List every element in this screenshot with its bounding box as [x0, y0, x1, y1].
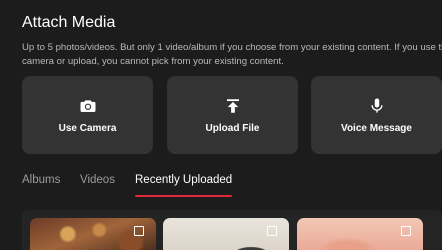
media-thumbnail[interactable] [163, 218, 289, 250]
select-checkbox[interactable] [401, 226, 411, 236]
tab-recently-uploaded[interactable]: Recently Uploaded [135, 174, 232, 186]
select-checkbox[interactable] [267, 226, 277, 236]
description-line-2: camera or upload, you cannot pick from y… [22, 56, 284, 67]
camera-icon [80, 100, 95, 112]
tab-videos[interactable]: Videos [80, 174, 115, 186]
voice-message-label: Voice Message [341, 123, 412, 134]
media-thumbnail[interactable] [297, 218, 423, 250]
attach-media-dialog: Attach Media Up to 5 photos/videos. But … [0, 0, 442, 250]
select-checkbox[interactable] [134, 226, 144, 236]
upload-file-label: Upload File [205, 123, 260, 134]
dialog-description: Up to 5 photos/videos. But only 1 video/… [22, 41, 442, 69]
upload-file-button[interactable]: Upload File [167, 76, 298, 154]
dialog-title: Attach Media [22, 14, 116, 31]
media-thumbnail[interactable] [30, 218, 156, 250]
voice-message-button[interactable]: Voice Message [311, 76, 442, 154]
tab-albums[interactable]: Albums [22, 174, 60, 186]
microphone-icon [370, 98, 383, 113]
use-camera-label: Use Camera [58, 123, 117, 134]
use-camera-button[interactable]: Use Camera [22, 76, 153, 154]
description-line-1: Up to 5 photos/videos. But only 1 video/… [22, 42, 442, 53]
upload-icon [226, 99, 239, 113]
active-tab-indicator [135, 195, 232, 197]
